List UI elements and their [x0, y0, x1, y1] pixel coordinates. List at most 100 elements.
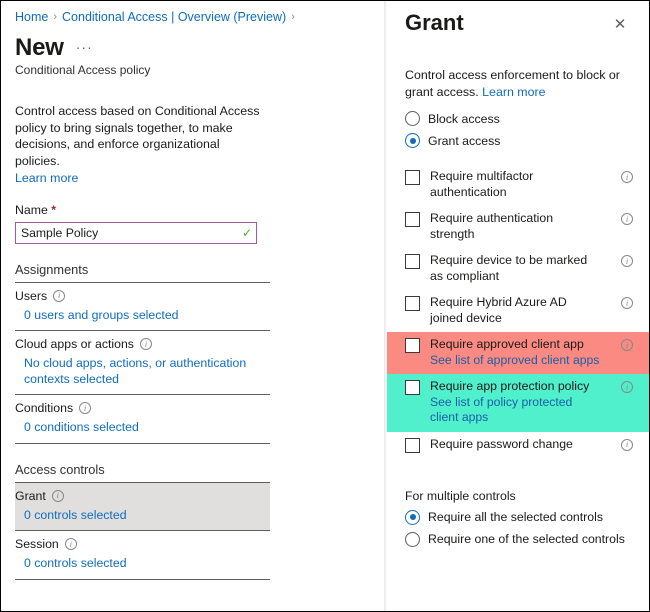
title-row: New ···: [15, 35, 370, 60]
access-mode-radio-group: Block access Grant access: [405, 111, 631, 149]
control-title-line: Require device to be marked as compliant…: [430, 253, 633, 284]
group-label: Conditions: [15, 401, 74, 416]
intro-text: Control access based on Conditional Acce…: [15, 104, 260, 168]
group-value-conditions[interactable]: 0 conditions selected: [15, 420, 255, 436]
policy-form-panel: Home › Conditional Access | Overview (Pr…: [1, 1, 384, 611]
more-options-icon[interactable]: ···: [76, 40, 93, 54]
radio-grant-access[interactable]: Grant access: [405, 133, 631, 149]
radio-require-one-of-selected-controls[interactable]: Require one of the selected controls: [405, 531, 631, 547]
required-indicator: *: [51, 202, 57, 217]
group-label: Grant: [15, 488, 46, 503]
control-title-line: Require multifactor authentication i: [430, 169, 633, 200]
app-window: Home › Conditional Access | Overview (Pr…: [0, 0, 650, 612]
checkbox[interactable]: [405, 212, 420, 228]
page-title: New: [15, 34, 64, 61]
control-require-app-protection-policy[interactable]: Require app protection policy i See list…: [387, 374, 649, 432]
breadcrumb-separator-icon: ›: [53, 11, 58, 23]
control-sublink-policy-protected-client-apps[interactable]: See list of policy protected client apps: [430, 395, 600, 426]
grant-learn-more-link[interactable]: Learn more: [482, 85, 545, 99]
assignment-group-conditions[interactable]: Conditions i 0 conditions selected: [15, 395, 270, 443]
radio-indicator-selected[interactable]: [405, 133, 420, 149]
control-title-line: Require Hybrid Azure AD joined device i: [430, 295, 633, 326]
control-body: Require approved client app i See list o…: [430, 337, 633, 368]
access-group-grant[interactable]: Grant i 0 controls selected: [15, 482, 270, 531]
group-row[interactable]: Session i 0 controls selected: [15, 531, 270, 579]
radio-label: Grant access: [428, 133, 501, 148]
group-row[interactable]: Users i 0 users and groups selected: [15, 283, 270, 331]
control-title-line: Require password change i: [430, 437, 633, 453]
radio-require-all-selected-controls[interactable]: Require all the selected controls: [405, 509, 631, 525]
group-row[interactable]: Conditions i 0 conditions selected: [15, 395, 270, 443]
info-icon[interactable]: i: [139, 338, 152, 351]
breadcrumb-item-home[interactable]: Home: [15, 10, 48, 24]
checkbox[interactable]: [405, 380, 420, 396]
radio-indicator[interactable]: [405, 111, 420, 127]
info-icon[interactable]: i: [64, 538, 77, 551]
breadcrumb-item-conditional-access[interactable]: Conditional Access | Overview (Preview): [62, 10, 286, 24]
info-icon[interactable]: i: [621, 438, 633, 451]
checkbox[interactable]: [405, 437, 420, 453]
checkbox[interactable]: [405, 170, 420, 186]
checkbox[interactable]: [405, 338, 420, 354]
access-group-session[interactable]: Session i 0 controls selected: [15, 531, 270, 579]
grant-controls-list: Require multifactor authentication i Req…: [387, 164, 649, 459]
intro-learn-more-link[interactable]: Learn more: [15, 170, 78, 187]
control-require-password-change[interactable]: Require password change i: [387, 432, 649, 459]
control-label: Require device to be marked as compliant: [430, 253, 588, 283]
control-require-multifactor-authentication[interactable]: Require multifactor authentication i: [387, 164, 649, 206]
radio-block-access[interactable]: Block access: [405, 111, 631, 127]
group-label: Users: [15, 288, 48, 303]
control-body: Require multifactor authentication i: [430, 169, 633, 200]
assignment-group-users[interactable]: Users i 0 users and groups selected: [15, 283, 270, 331]
policy-name-input[interactable]: [16, 222, 238, 243]
multiple-controls-heading: For multiple controls: [405, 488, 516, 503]
info-icon[interactable]: i: [79, 402, 92, 415]
group-label: Cloud apps or actions: [15, 337, 134, 352]
control-label: Require app protection policy: [430, 379, 590, 394]
grant-blade: Grant ✕ Control access enforcement to bl…: [387, 1, 649, 611]
group-title-cloud-apps: Cloud apps or actions i: [15, 337, 270, 351]
close-icon[interactable]: ✕: [609, 13, 631, 35]
group-value-grant[interactable]: 0 controls selected: [15, 508, 255, 524]
radio-indicator[interactable]: [405, 531, 420, 547]
group-value-users[interactable]: 0 users and groups selected: [15, 308, 255, 324]
control-require-device-compliant[interactable]: Require device to be marked as compliant…: [387, 248, 649, 290]
checkbox[interactable]: [405, 254, 420, 270]
info-icon[interactable]: i: [621, 255, 633, 268]
group-title-grant: Grant i: [15, 489, 270, 503]
info-icon[interactable]: i: [621, 339, 633, 352]
info-icon[interactable]: i: [621, 381, 633, 394]
info-icon[interactable]: i: [51, 489, 64, 502]
control-require-authentication-strength[interactable]: Require authentication strength i: [387, 206, 649, 248]
control-body: Require password change i: [430, 437, 633, 453]
control-body: Require app protection policy i See list…: [430, 379, 633, 426]
name-input-wrapper[interactable]: ✓: [15, 221, 257, 244]
assignments-section-heading: Assignments: [15, 261, 89, 277]
assignment-group-cloud-apps[interactable]: Cloud apps or actions i No cloud apps, a…: [15, 331, 270, 394]
control-require-approved-client-app[interactable]: Require approved client app i See list o…: [387, 332, 649, 375]
page-subtitle: Conditional Access policy: [15, 63, 151, 78]
name-label-text: Name: [15, 202, 48, 217]
group-label: Session: [15, 537, 59, 552]
control-require-hybrid-azure-ad-joined-device[interactable]: Require Hybrid Azure AD joined device i: [387, 290, 649, 332]
control-sublink-approved-client-apps[interactable]: See list of approved client apps: [430, 353, 600, 369]
radio-label: Block access: [428, 111, 500, 126]
grant-blade-description: Control access enforcement to block or g…: [405, 67, 627, 101]
group-row-selected[interactable]: Grant i 0 controls selected: [15, 482, 270, 531]
info-icon[interactable]: i: [621, 297, 633, 310]
validation-checkmark-icon: ✓: [241, 225, 253, 240]
control-label: Require Hybrid Azure AD joined device: [430, 295, 567, 325]
control-title-line: Require app protection policy i: [430, 379, 633, 395]
control-label: Require approved client app: [430, 337, 584, 352]
group-title-session: Session i: [15, 537, 270, 551]
group-row[interactable]: Cloud apps or actions i No cloud apps, a…: [15, 331, 270, 394]
info-icon[interactable]: i: [621, 171, 633, 184]
info-icon[interactable]: i: [53, 289, 66, 302]
group-value-session[interactable]: 0 controls selected: [15, 556, 255, 572]
info-icon[interactable]: i: [621, 213, 633, 226]
control-title-line: Require authentication strength i: [430, 211, 633, 242]
checkbox[interactable]: [405, 296, 420, 312]
divider: [15, 442, 270, 444]
radio-indicator-selected[interactable]: [405, 509, 420, 525]
group-value-cloud-apps[interactable]: No cloud apps, actions, or authenticatio…: [15, 356, 255, 387]
